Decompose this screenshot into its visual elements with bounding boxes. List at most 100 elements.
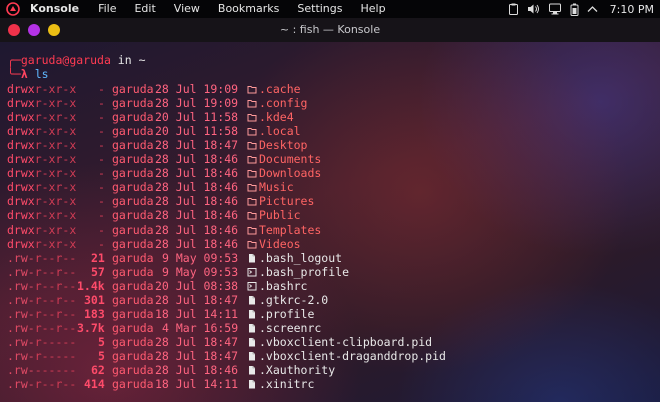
modified-date: 9 May 09:53	[162, 250, 239, 265]
garuda-logo-icon[interactable]	[5, 1, 21, 17]
modified-date: 28 Jul 18:47	[155, 138, 239, 153]
prompt-dir: ~	[138, 53, 146, 67]
directory-row[interactable]: drwxr-xr-x - garuda 28 Jul 18:47 Desktop	[7, 138, 647, 152]
file-size: -	[98, 222, 105, 237]
directory-name: Videos	[259, 236, 301, 251]
folder-icon	[247, 166, 257, 180]
menu-bar: Konsole File Edit View Bookmarks Setting…	[28, 0, 395, 18]
maximize-button[interactable]	[48, 24, 60, 36]
file-size: -	[98, 138, 105, 153]
owner: garuda	[112, 152, 154, 167]
folder-icon	[247, 237, 257, 251]
modified-date: 28 Jul 18:47	[155, 334, 239, 349]
permissions: .rw-r--r--	[7, 320, 77, 335]
folder-icon	[247, 124, 257, 138]
file-row[interactable]: .rw-r--r-- 1.4k garuda 20 Jul 08:38 .bashrc	[7, 279, 647, 293]
directory-row[interactable]: drwxr-xr-x - garuda 20 Jul 11:58 .local	[7, 124, 647, 138]
battery-icon[interactable]	[570, 3, 579, 16]
prompt-user: garuda@garuda	[20, 53, 111, 67]
file-icon	[247, 377, 257, 391]
file-size: 1.4k	[77, 278, 105, 293]
file-icon	[247, 335, 257, 349]
modified-date: 28 Jul 18:46	[155, 194, 239, 209]
permissions: .rw-r-----	[7, 348, 77, 363]
file-row[interactable]: .rw-r--r-- 301 garuda 28 Jul 18:47 .gtkrc-2.…	[7, 293, 647, 307]
file-row[interactable]: .rw-r----- 5 garuda 28 Jul 18:47 .vboxclient…	[7, 335, 647, 349]
directory-row[interactable]: drwxr-xr-x - garuda 28 Jul 18:46 Videos	[7, 237, 647, 251]
permissions: drwxr-xr-x	[7, 180, 77, 195]
owner: garuda	[112, 348, 154, 363]
permissions: drwxr-xr-x	[7, 96, 77, 111]
file-row[interactable]: .rw-r--r-- 183 garuda 18 Jul 14:11 .profile	[7, 307, 647, 321]
file-icon	[247, 251, 257, 265]
file-size: 414	[84, 377, 105, 392]
terminal-file-icon	[247, 279, 257, 293]
permissions: .rw-r-----	[7, 334, 77, 349]
permissions: .rw-r--r--	[7, 377, 77, 392]
folder-icon	[247, 110, 257, 124]
minimize-button[interactable]	[28, 24, 40, 36]
prompt-in: in	[110, 53, 139, 67]
file-name: .bash_logout	[259, 250, 343, 265]
file-size: -	[98, 194, 105, 209]
file-size: -	[98, 236, 105, 251]
file-size: -	[98, 180, 105, 195]
modified-date: 18 Jul 14:11	[155, 306, 239, 321]
system-tray: 7:10 PM	[508, 0, 654, 18]
directory-row[interactable]: drwxr-xr-x - garuda 28 Jul 18:46 Music	[7, 180, 647, 194]
directory-row[interactable]: drwxr-xr-x - garuda 28 Jul 18:46 Pictures	[7, 194, 647, 208]
folder-icon	[247, 208, 257, 222]
file-row[interactable]: .rw-r----- 5 garuda 28 Jul 18:47 .vboxclient…	[7, 349, 647, 363]
file-row[interactable]: .rw-r--r-- 3.7k garuda 4 Mar 16:59 .screenrc	[7, 321, 647, 335]
directory-name: Downloads	[259, 166, 322, 181]
prompt-corner-top: ╭─	[7, 53, 21, 67]
owner: garuda	[112, 250, 154, 265]
directory-row[interactable]: drwxr-xr-x - garuda 28 Jul 18:46 Templates	[7, 223, 647, 237]
menu-settings[interactable]: Settings	[288, 0, 351, 18]
folder-icon	[247, 96, 257, 110]
directory-row[interactable]: drwxr-xr-x - garuda 28 Jul 19:09 .config	[7, 96, 647, 110]
directory-row[interactable]: drwxr-xr-x - garuda 28 Jul 19:09 .cache	[7, 82, 647, 96]
clipboard-icon[interactable]	[508, 3, 519, 15]
window-titlebar[interactable]: ~ : fish — Konsole	[0, 18, 660, 42]
modified-date: 20 Jul 11:58	[155, 124, 239, 139]
file-icon	[247, 321, 257, 335]
app-name[interactable]: Konsole	[28, 0, 89, 18]
owner: garuda	[112, 180, 154, 195]
directory-row[interactable]: drwxr-xr-x - garuda 20 Jul 11:58 .kde4	[7, 110, 647, 124]
file-row[interactable]: .rw-r--r-- 414 garuda 18 Jul 14:11 .xinitrc	[7, 377, 647, 391]
file-row[interactable]: .rw-r--r-- 57 garuda 9 May 09:53 .bash_profi…	[7, 265, 647, 279]
owner: garuda	[112, 377, 154, 392]
permissions: .rw-r--r--	[7, 292, 77, 307]
folder-icon	[247, 138, 257, 152]
clock[interactable]: 7:10 PM	[610, 3, 654, 16]
file-icon	[247, 363, 257, 377]
file-size: -	[98, 96, 105, 111]
menu-edit[interactable]: Edit	[125, 0, 164, 18]
close-button[interactable]	[8, 24, 20, 36]
file-size: 183	[84, 306, 105, 321]
menu-help[interactable]: Help	[352, 0, 395, 18]
file-name: .xinitrc	[259, 377, 315, 392]
file-name: .bash_profile	[259, 264, 350, 279]
modified-date: 28 Jul 18:46	[155, 208, 239, 223]
modified-date: 20 Jul 08:38	[155, 278, 239, 293]
permissions: drwxr-xr-x	[7, 82, 77, 96]
menu-file[interactable]: File	[89, 0, 125, 18]
directory-row[interactable]: drwxr-xr-x - garuda 28 Jul 18:46 Public	[7, 208, 647, 222]
prompt-line-2: ╰─λ ls	[7, 67, 49, 81]
directory-row[interactable]: drwxr-xr-x - garuda 28 Jul 18:46 Downloads	[7, 166, 647, 180]
chevron-up-icon[interactable]	[587, 5, 598, 13]
file-size: -	[98, 208, 105, 223]
menu-view[interactable]: View	[165, 0, 209, 18]
file-size: 57	[91, 264, 105, 279]
file-row[interactable]: .rw-r--r-- 21 garuda 9 May 09:53 .bash_logou…	[7, 251, 647, 265]
menu-bookmarks[interactable]: Bookmarks	[209, 0, 288, 18]
volume-icon[interactable]	[527, 3, 540, 15]
file-row[interactable]: .rw------- 62 garuda 28 Jul 18:46 .Xauthorit…	[7, 363, 647, 377]
terminal-view[interactable]: ╭─garuda@garuda in ~ ╰─λ ls drwxr-xr-x - g…	[0, 42, 660, 402]
file-size: 301	[84, 292, 105, 307]
directory-row[interactable]: drwxr-xr-x - garuda 28 Jul 18:46 Documents	[7, 152, 647, 166]
directory-name: .config	[259, 96, 308, 111]
network-icon[interactable]	[548, 3, 562, 15]
